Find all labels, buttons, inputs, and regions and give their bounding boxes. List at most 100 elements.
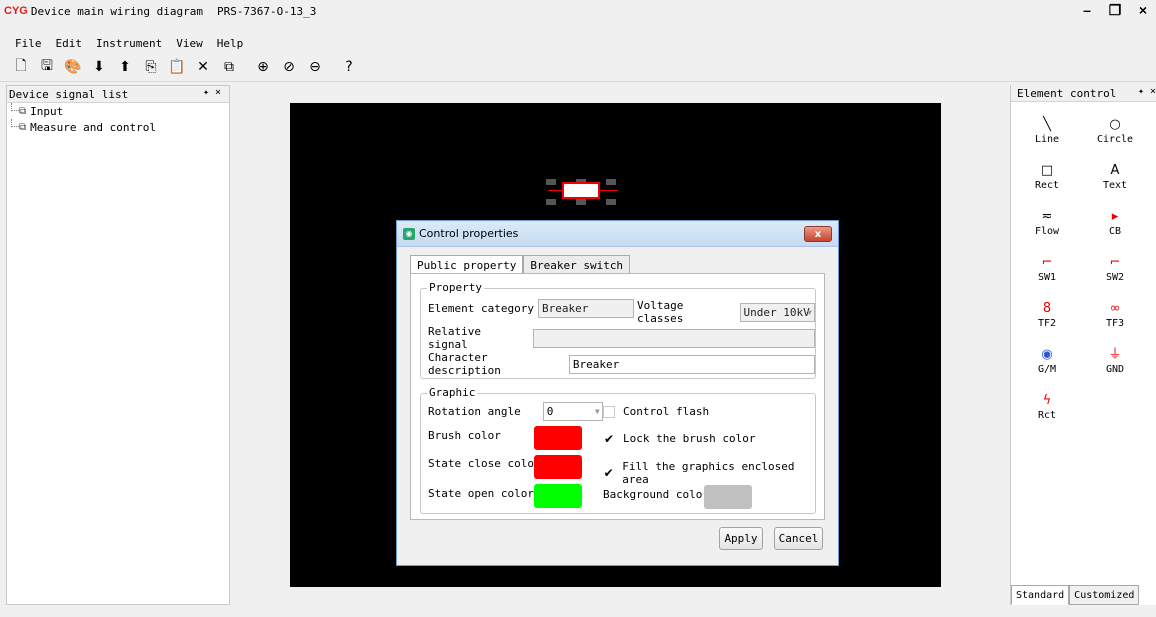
tab-standard[interactable]: Standard <box>1011 585 1070 605</box>
app-logo: CYG <box>4 5 28 17</box>
help-icon[interactable]: ? <box>336 56 362 78</box>
new-file-icon[interactable]: 🗋 <box>8 56 34 78</box>
voltage-classes-select[interactable]: Under 10kV ▼ <box>739 302 815 322</box>
menu-file[interactable]: File <box>8 37 49 50</box>
import-icon[interactable]: 🎨 <box>60 56 86 78</box>
lock-brush-row[interactable]: ✔ Lock the brush color <box>603 432 756 446</box>
background-color-swatch[interactable] <box>704 485 752 509</box>
close-button[interactable]: × <box>1136 2 1150 19</box>
character-description-label: Character description <box>428 351 501 377</box>
restore-button[interactable]: ❐ <box>1108 2 1122 19</box>
voltage-classes-label: Voltage classes <box>637 299 684 325</box>
tree-item-label: Measure and control <box>30 120 156 134</box>
element-label: TF2 <box>1037 318 1057 329</box>
device-signal-panel: Device signal list ✦ × ⧉ Input ⧉ Measure… <box>6 85 230 605</box>
zoom-fit-icon[interactable]: ⊘ <box>276 56 302 78</box>
selection-handle[interactable] <box>606 199 616 205</box>
element-icon: □ <box>1040 163 1054 178</box>
window-title: Device main wiring diagram <box>30 4 204 18</box>
dialog-tabs: Public property Breaker switch <box>410 255 631 274</box>
control-flash-row[interactable]: Control flash <box>603 405 709 418</box>
dropdown-arrow-icon: ▼ <box>594 407 600 416</box>
state-open-row: State open color <box>428 487 534 500</box>
element-sw2[interactable]: ⌐ SW2 <box>1081 248 1149 294</box>
tab-breaker-switch[interactable]: Breaker switch <box>523 255 631 274</box>
fill-area-row[interactable]: ✔ Fill the graphics enclosed area <box>603 460 815 486</box>
selection-handle[interactable] <box>546 179 556 185</box>
element-label: Circle <box>1096 134 1134 145</box>
minimize-button[interactable]: – <box>1080 2 1094 19</box>
breaker-symbol[interactable] <box>562 182 600 199</box>
selection-handle[interactable] <box>546 199 556 205</box>
fill-area-checkbox[interactable]: ✔ <box>603 466 614 480</box>
element-rct[interactable]: ϟ Rct <box>1013 386 1081 432</box>
tab-customized[interactable]: Customized <box>1069 585 1140 605</box>
element-text[interactable]: A Text <box>1081 156 1149 202</box>
rotation-angle-label: Rotation angle <box>428 405 521 418</box>
menu-instrument[interactable]: Instrument <box>89 37 169 50</box>
brush-color-swatch[interactable] <box>534 426 582 450</box>
tree-item-input[interactable]: ⧉ Input <box>7 103 229 119</box>
panel-title: Device signal list <box>9 87 129 101</box>
duplicate-icon[interactable]: ⧉ <box>216 56 242 78</box>
tree-item-measure-control[interactable]: ⧉ Measure and control <box>7 119 229 135</box>
state-close-color-swatch[interactable] <box>534 455 582 479</box>
copy-icon[interactable]: ⎘ <box>138 56 164 78</box>
zoom-out-icon[interactable]: ⊖ <box>302 56 328 78</box>
menu-help[interactable]: Help <box>210 37 251 50</box>
rotation-angle-select[interactable]: 0 ▼ <box>542 402 603 421</box>
element-circle[interactable]: ○ Circle <box>1081 110 1149 156</box>
lock-brush-label: Lock the brush color <box>623 432 756 445</box>
element-category-field: Breaker <box>537 299 634 318</box>
element-sw1[interactable]: ⌐ SW1 <box>1013 248 1081 294</box>
download-icon[interactable]: ⬇ <box>86 56 112 78</box>
property-group: Property Element category Breaker Voltag… <box>420 281 816 379</box>
element-cb[interactable]: ▸ CB <box>1081 202 1149 248</box>
element-label: SW1 <box>1037 272 1057 283</box>
rotation-angle-value: 0 <box>546 405 554 418</box>
dialog-close-button[interactable]: x <box>804 226 832 242</box>
pin-close-icon[interactable]: ✦ × <box>203 87 221 98</box>
selection-handle[interactable] <box>606 179 616 185</box>
zoom-in-icon[interactable]: ⊕ <box>250 56 276 78</box>
element-flow[interactable]: ≂ Flow <box>1013 202 1081 248</box>
status-bar <box>0 606 1156 617</box>
upload-icon[interactable]: ⬆ <box>112 56 138 78</box>
element-label: G/M <box>1037 364 1057 375</box>
save-icon[interactable]: 🖫 <box>34 56 60 78</box>
element-gnd[interactable]: ⏚ GND <box>1081 340 1149 386</box>
cancel-button[interactable]: Cancel <box>774 527 823 550</box>
element-rect[interactable]: □ Rect <box>1013 156 1081 202</box>
element-line[interactable]: ╲ Line <box>1013 110 1081 156</box>
element-tf2[interactable]: 8 TF2 <box>1013 294 1081 340</box>
panel-header: Device signal list ✦ × <box>7 86 229 103</box>
element-grid: ╲ Line ○ Circle □ Rect A Text ≂ Flow ▸ CB ⌐ SW1 ⌐ SW2 8 T… <box>1011 102 1156 432</box>
element-tabs: Standard Customized <box>1011 585 1140 605</box>
element-icon: ϟ <box>1042 393 1052 408</box>
element-icon: ⌐ <box>1109 255 1121 270</box>
brush-color-row: Brush color <box>428 429 501 442</box>
paste-icon[interactable]: 📋 <box>164 56 190 78</box>
element-icon: A <box>1110 163 1120 178</box>
character-description-input[interactable]: Breaker <box>568 354 815 374</box>
lock-brush-checkbox[interactable]: ✔ <box>603 432 615 446</box>
element-g-m[interactable]: ◉ G/M <box>1013 340 1081 386</box>
graphic-group: Graphic Rotation angle 0 ▼ Control flash… <box>420 386 816 514</box>
brush-color-label: Brush color <box>428 429 501 442</box>
pin-close-icon[interactable]: ✦ × <box>1138 86 1156 97</box>
window-controls: – ❐ × <box>1080 2 1150 19</box>
element-tf3[interactable]: ∞ TF3 <box>1081 294 1149 340</box>
menu-edit[interactable]: Edit <box>49 37 90 50</box>
apply-button[interactable]: Apply <box>719 527 763 550</box>
tree-node-icon: ⧉ <box>19 105 27 117</box>
state-open-color-swatch[interactable] <box>534 484 582 508</box>
dialog-tab-content: Property Element category Breaker Voltag… <box>410 273 825 520</box>
delete-icon[interactable]: ✕ <box>190 56 216 78</box>
element-category-label: Element category <box>428 302 534 315</box>
menu-bar: File Edit Instrument View Help <box>0 34 250 52</box>
menu-view[interactable]: View <box>169 37 210 50</box>
control-flash-checkbox[interactable] <box>603 405 615 418</box>
tab-public-property[interactable]: Public property <box>410 255 524 274</box>
selection-handle[interactable] <box>576 199 586 205</box>
document-name: PRS-7367-O-13_3 <box>217 4 317 18</box>
